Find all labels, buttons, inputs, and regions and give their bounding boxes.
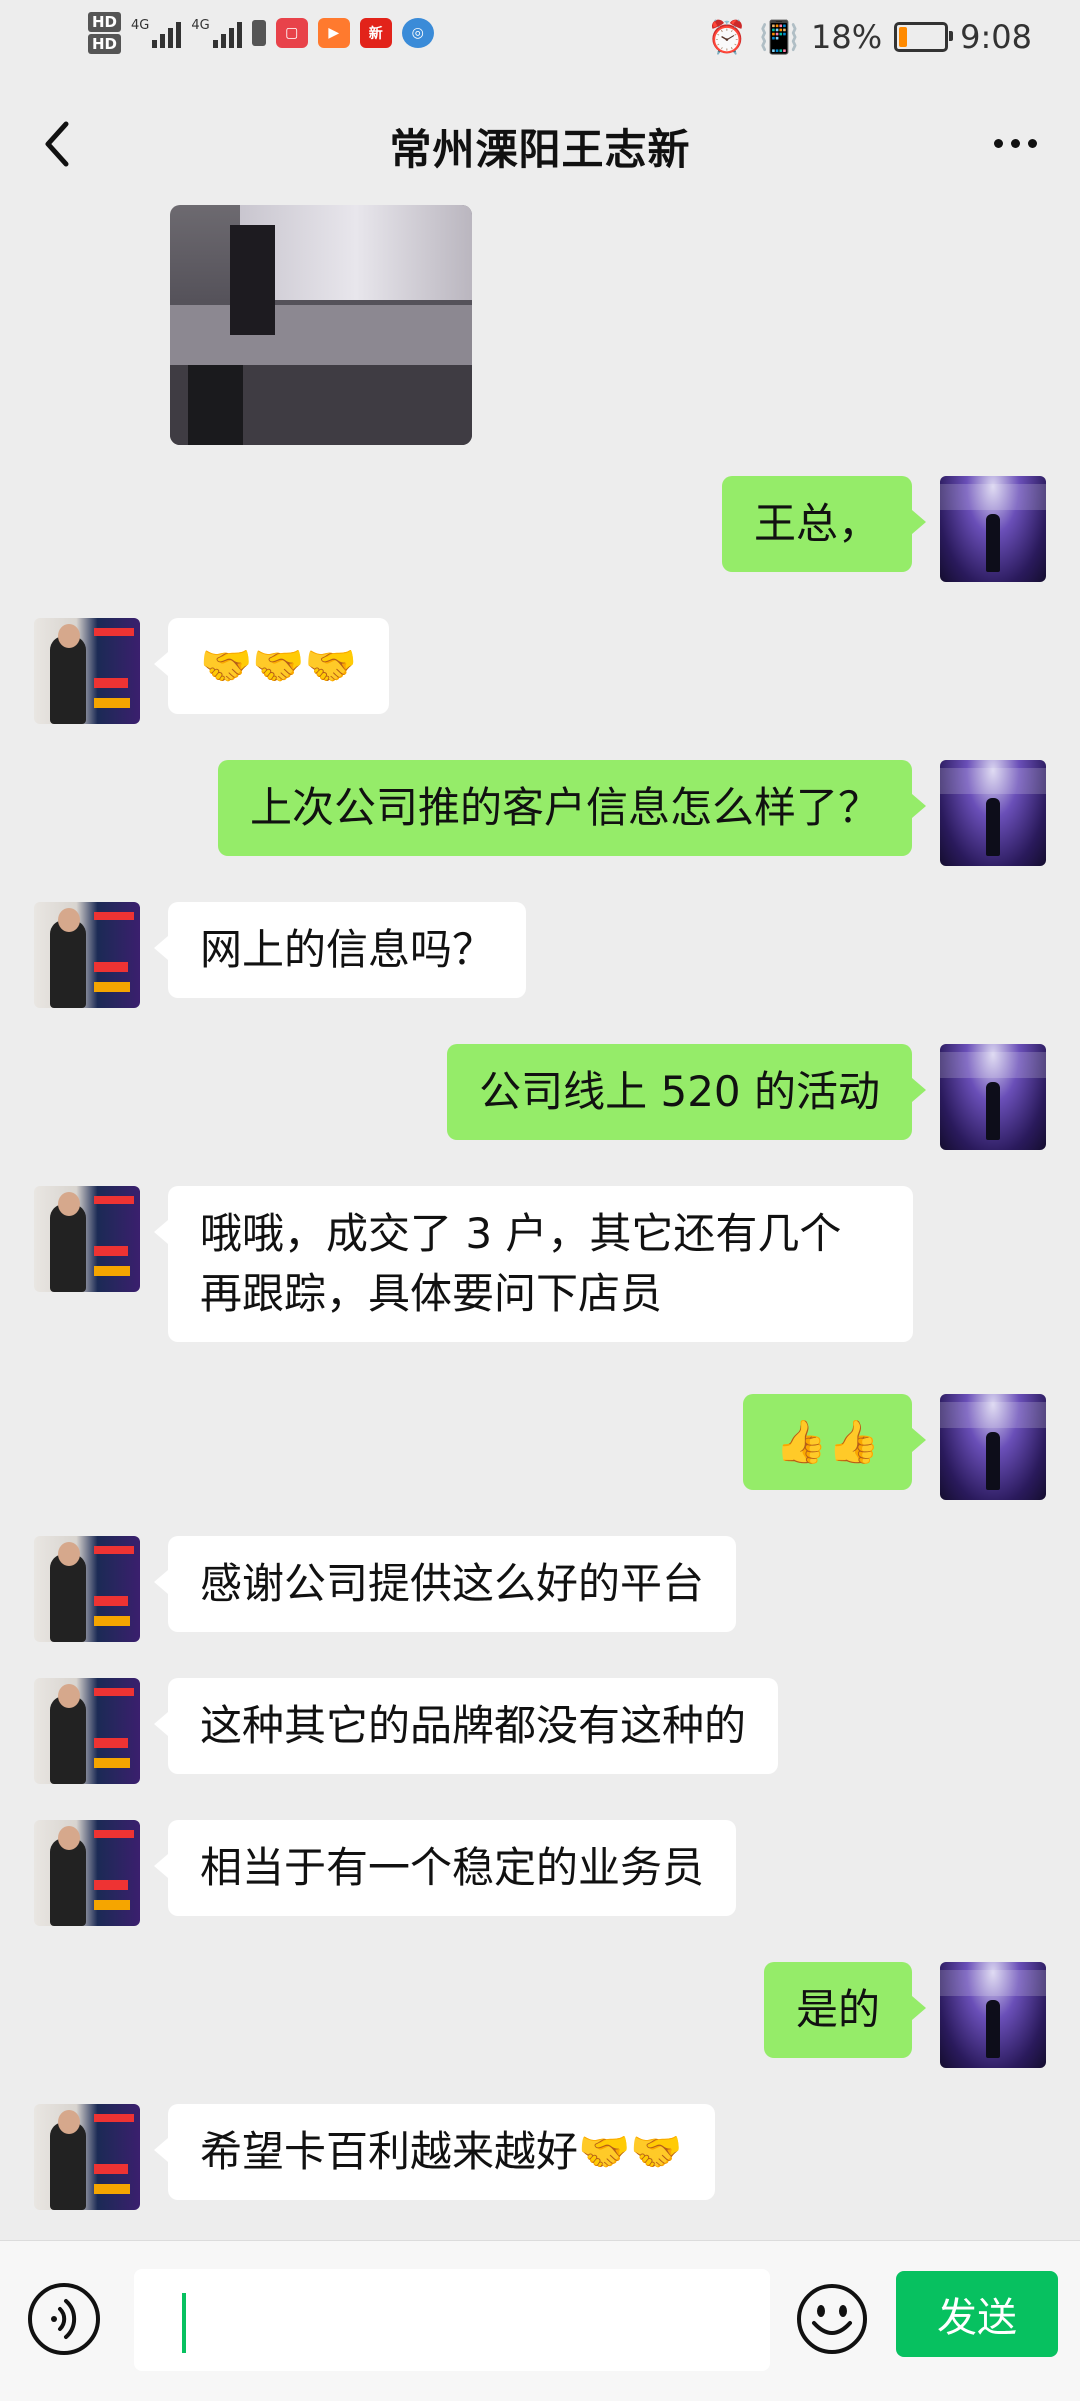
- chat-header: 常州溧阳王志新: [0, 96, 1080, 192]
- emoji-button[interactable]: [794, 2281, 870, 2357]
- signal-1-icon: 4G: [131, 18, 182, 48]
- self-avatar[interactable]: [940, 1044, 1046, 1150]
- contact-avatar[interactable]: [34, 1820, 140, 1926]
- signal-2-icon: 4G: [191, 18, 242, 48]
- message-bubble-self[interactable]: 👍👍: [743, 1394, 926, 1490]
- input-bar: 发送: [0, 2240, 1080, 2401]
- battery-icon: [894, 22, 954, 52]
- news-app-icon: 新: [359, 18, 392, 48]
- message-line: 再跟踪，具体要问下店员: [200, 1269, 663, 1318]
- self-avatar[interactable]: [940, 476, 1046, 582]
- message-bubble-contact[interactable]: 这种其它的品牌都没有这种的: [153, 1678, 779, 1774]
- image-message[interactable]: [170, 205, 472, 445]
- status-right: ⏰ 📳 18% 9:08: [707, 18, 1032, 56]
- clock: 9:08: [960, 18, 1032, 56]
- voice-icon: [51, 2299, 77, 2339]
- message-bubble-self[interactable]: 王总，: [721, 476, 927, 572]
- status-bar: HD HD 4G 4G ▢ ▶ 新 ◎ ⏰ 📳 18% 9:08: [0, 0, 1080, 76]
- hd1-label: HD: [88, 12, 122, 32]
- signal-1-label: 4G: [131, 18, 150, 33]
- chat-title: 常州溧阳王志新: [389, 125, 691, 174]
- battery-percent: 18%: [811, 18, 883, 56]
- status-left: HD HD 4G 4G ▢ ▶ 新 ◎: [88, 12, 434, 54]
- message-bubble-contact[interactable]: 网上的信息吗？: [153, 902, 527, 998]
- chat-list[interactable]: 王总， 🤝🤝🤝 上次公司推的客户信息怎么样了？ 网上的信息吗？ 公司线上 520…: [0, 200, 1080, 2240]
- vibrate-icon: 📳: [759, 18, 800, 56]
- self-avatar[interactable]: [940, 760, 1046, 866]
- signal-2-label: 4G: [191, 18, 210, 33]
- hd-indicator: HD HD: [88, 12, 122, 54]
- more-dots-icon: [993, 138, 1003, 148]
- message-bubble-contact[interactable]: 感谢公司提供这么好的平台: [153, 1536, 737, 1632]
- message-bubble-contact[interactable]: 哦哦，成交了 3 户，其它还有几个 再跟踪，具体要问下店员: [154, 1186, 913, 1342]
- message-bubble-contact[interactable]: 🤝🤝🤝: [154, 618, 389, 714]
- message-bubble-self[interactable]: 公司线上 520 的活动: [447, 1044, 926, 1140]
- message-bubble-self[interactable]: 是的: [763, 1962, 927, 2058]
- sim-alert-icon: [251, 20, 266, 46]
- alarm-icon: ⏰: [707, 18, 748, 56]
- message-bubble-contact[interactable]: 相当于有一个稳定的业务员: [153, 1820, 737, 1916]
- app-notification-icon: ▢: [275, 18, 308, 48]
- hd2-label: HD: [88, 34, 122, 54]
- contact-avatar[interactable]: [34, 902, 140, 1008]
- browser-app-icon: ◎: [401, 18, 434, 48]
- emoji-icon: [797, 2284, 867, 2354]
- video-app-icon: ▶: [317, 18, 350, 48]
- contact-avatar[interactable]: [34, 618, 140, 724]
- message-bubble-contact[interactable]: 希望卡百利越来越好🤝🤝: [154, 2104, 715, 2200]
- contact-avatar[interactable]: [34, 1678, 140, 1784]
- text-cursor: [182, 2293, 186, 2353]
- message-bubble-self[interactable]: 上次公司推的客户信息怎么样了？: [217, 760, 927, 856]
- voice-button[interactable]: [28, 2283, 100, 2355]
- contact-avatar[interactable]: [34, 2104, 140, 2210]
- contact-avatar[interactable]: [34, 1186, 140, 1292]
- self-avatar[interactable]: [940, 1962, 1046, 2068]
- message-input[interactable]: [134, 2269, 770, 2371]
- send-button[interactable]: 发送: [896, 2271, 1058, 2357]
- message-line: 哦哦，成交了 3 户，其它还有几个: [200, 1209, 842, 1258]
- self-avatar[interactable]: [940, 1394, 1046, 1500]
- battery-fill: [899, 27, 908, 47]
- more-button[interactable]: [980, 118, 1050, 168]
- contact-avatar[interactable]: [34, 1536, 140, 1642]
